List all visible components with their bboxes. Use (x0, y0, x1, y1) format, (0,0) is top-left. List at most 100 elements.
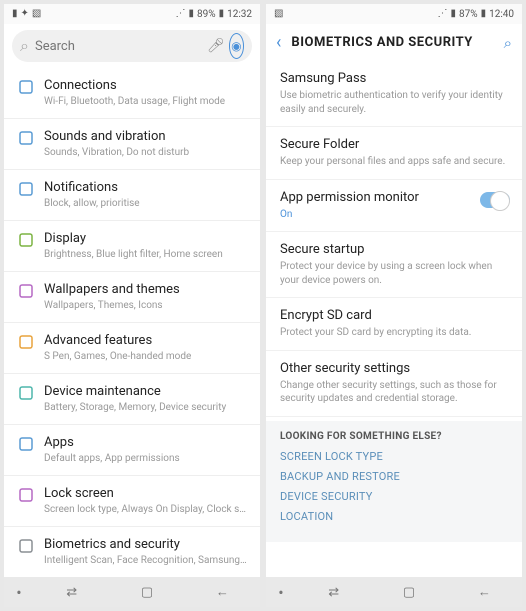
clock-text: 12:40 (489, 9, 514, 20)
row-title: Device maintenance (44, 384, 248, 399)
signal-icon: ▮ (450, 9, 456, 19)
row-subtitle: Use biometric authentication to verify y… (280, 89, 508, 116)
nav-bar: • ⇄ ▢ ← (4, 577, 260, 607)
row-subtitle: On (280, 208, 508, 222)
settings-row-biometrics[interactable]: Biometrics and security Intelligent Scan,… (4, 527, 260, 577)
indicator-icon: ▮ (12, 9, 18, 19)
row-title: Connections (44, 78, 248, 93)
battery-icon: ▮ (219, 9, 225, 19)
nav-back[interactable]: ← (447, 577, 522, 607)
nav-menu[interactable]: • (4, 577, 34, 607)
settings-row-notifications[interactable]: Notifications Block, allow, prioritise (4, 170, 260, 221)
settings-row-wallpaper[interactable]: Wallpapers and themes Wallpapers, Themes,… (4, 272, 260, 323)
nav-home[interactable]: ▢ (109, 577, 184, 607)
row-title: Wallpapers and themes (44, 282, 248, 297)
row-subtitle: Protect your SD card by encrypting its d… (280, 326, 508, 340)
security-row[interactable]: Samsung PassUse biometric authentication… (266, 61, 522, 127)
page-header: ‹ BIOMETRICS AND SECURITY ⌕ (266, 24, 522, 61)
row-subtitle: Wi-Fi, Bluetooth, Data usage, Flight mod… (44, 95, 248, 108)
person-icon: ◉ (231, 39, 241, 53)
row-subtitle: S Pen, Games, One-handed mode (44, 350, 248, 363)
row-subtitle: Protect your device by using a screen lo… (280, 260, 508, 287)
settings-row-connections[interactable]: Connections Wi-Fi, Bluetooth, Data usage,… (4, 68, 260, 119)
row-title: App permission monitor (280, 190, 508, 205)
sound-icon (18, 130, 34, 146)
search-bar[interactable]: ⌕ 🎤︎ ◉ (12, 30, 252, 62)
profile-button[interactable]: ◉ (229, 33, 244, 59)
search-input[interactable] (29, 39, 207, 54)
biometrics-screen: ▧ ⋰ ▮ 87% ▮ 12:40 ‹ BIOMETRICS AND SECUR… (266, 4, 522, 607)
clock-text: 12:32 (227, 9, 252, 20)
row-title: Lock screen (44, 486, 248, 501)
nav-back[interactable]: ← (185, 577, 260, 607)
row-subtitle: Battery, Storage, Memory, Device securit… (44, 401, 248, 414)
row-subtitle: Intelligent Scan, Face Recognition, Sams… (44, 554, 248, 567)
image-icon: ▧ (32, 9, 41, 19)
toggle-switch[interactable] (480, 192, 510, 208)
row-title: Encrypt SD card (280, 308, 508, 323)
settings-row-maintenance[interactable]: Device maintenance Battery, Storage, Memo… (4, 374, 260, 425)
settings-row-lock[interactable]: Lock screen Screen lock type, Always On D… (4, 476, 260, 527)
looking-link[interactable]: LOCATION (280, 510, 508, 523)
nav-recents[interactable]: ⇄ (34, 577, 109, 607)
back-button[interactable]: ‹ (276, 32, 281, 53)
nav-recents[interactable]: ⇄ (296, 577, 371, 607)
security-row[interactable]: Secure FolderKeep your personal files an… (266, 127, 522, 180)
settings-list[interactable]: Connections Wi-Fi, Bluetooth, Data usage,… (4, 68, 260, 577)
security-row[interactable]: App permission monitor On (266, 180, 522, 233)
settings-screen: ▮ ✦ ▧ ⋰ ▮ 89% ▮ 12:32 ⌕ 🎤︎ ◉ Connections… (4, 4, 260, 607)
notifications-icon (18, 181, 34, 197)
looking-header: LOOKING FOR SOMETHING ELSE? (280, 431, 508, 442)
status-bar: ▮ ✦ ▧ ⋰ ▮ 89% ▮ 12:32 (4, 4, 260, 24)
settings-row-apps[interactable]: AppsDefault apps, App permissions (4, 425, 260, 476)
security-row[interactable]: Encrypt SD card Protect your SD card by e… (266, 298, 522, 351)
display-icon (18, 232, 34, 248)
nav-bar: • ⇄ ▢ ← (266, 577, 522, 607)
row-subtitle: Wallpapers, Themes, Icons (44, 299, 248, 312)
row-title: Secure startup (280, 242, 508, 257)
row-subtitle: Brightness, Blue light filter, Home scre… (44, 248, 248, 261)
row-subtitle: Change other security settings, such as … (280, 379, 508, 406)
apps-icon (18, 436, 34, 452)
row-subtitle: Screen lock type, Always On Display, Clo… (44, 503, 248, 516)
row-title: Notifications (44, 180, 248, 195)
nav-menu[interactable]: • (266, 577, 296, 607)
row-title: Biometrics and security (44, 537, 248, 552)
row-subtitle: Sounds, Vibration, Do not disturb (44, 146, 248, 159)
search-icon: ⌕ (20, 36, 29, 56)
battery-text: 89% (197, 9, 216, 20)
page-title: BIOMETRICS AND SECURITY (291, 35, 503, 50)
settings-row-advanced[interactable]: Advanced features S Pen, Games, One-hande… (4, 323, 260, 374)
security-list[interactable]: Samsung PassUse biometric authentication… (266, 61, 522, 577)
indicator-icon: ✦ (21, 9, 29, 19)
settings-row-sound[interactable]: Sounds and vibration Sounds, Vibration, D… (4, 119, 260, 170)
advanced-icon (18, 334, 34, 350)
mic-icon[interactable]: 🎤︎ (207, 38, 225, 54)
biometrics-icon (18, 538, 34, 554)
battery-text: 87% (459, 9, 478, 20)
lock-icon (18, 487, 34, 503)
wifi-icon: ⋰ (175, 9, 185, 19)
row-title: Apps (44, 435, 248, 450)
wifi-icon: ⋰ (437, 9, 447, 19)
connections-icon (18, 79, 34, 95)
row-subtitle: Keep your personal files and apps safe a… (280, 155, 508, 169)
settings-row-display[interactable]: Display Brightness, Blue light filter, Ho… (4, 221, 260, 272)
security-row[interactable]: Secure startup Protect your device by usi… (266, 232, 522, 298)
looking-link[interactable]: BACKUP AND RESTORE (280, 470, 508, 483)
security-row[interactable]: Other security settings Change other secu… (266, 351, 522, 417)
battery-icon: ▮ (481, 9, 487, 19)
looking-link[interactable]: SCREEN LOCK TYPE (280, 450, 508, 463)
maintenance-icon (18, 385, 34, 401)
wallpaper-icon (18, 283, 34, 299)
row-title: Sounds and vibration (44, 129, 248, 144)
search-button[interactable]: ⌕ (504, 34, 512, 52)
signal-icon: ▮ (188, 9, 194, 19)
nav-home[interactable]: ▢ (371, 577, 446, 607)
row-title: Display (44, 231, 248, 246)
row-title: Other security settings (280, 361, 508, 376)
row-subtitle: Block, allow, prioritise (44, 197, 248, 210)
status-bar: ▧ ⋰ ▮ 87% ▮ 12:40 (266, 4, 522, 24)
looking-link[interactable]: DEVICE SECURITY (280, 490, 508, 503)
row-title: Advanced features (44, 333, 248, 348)
